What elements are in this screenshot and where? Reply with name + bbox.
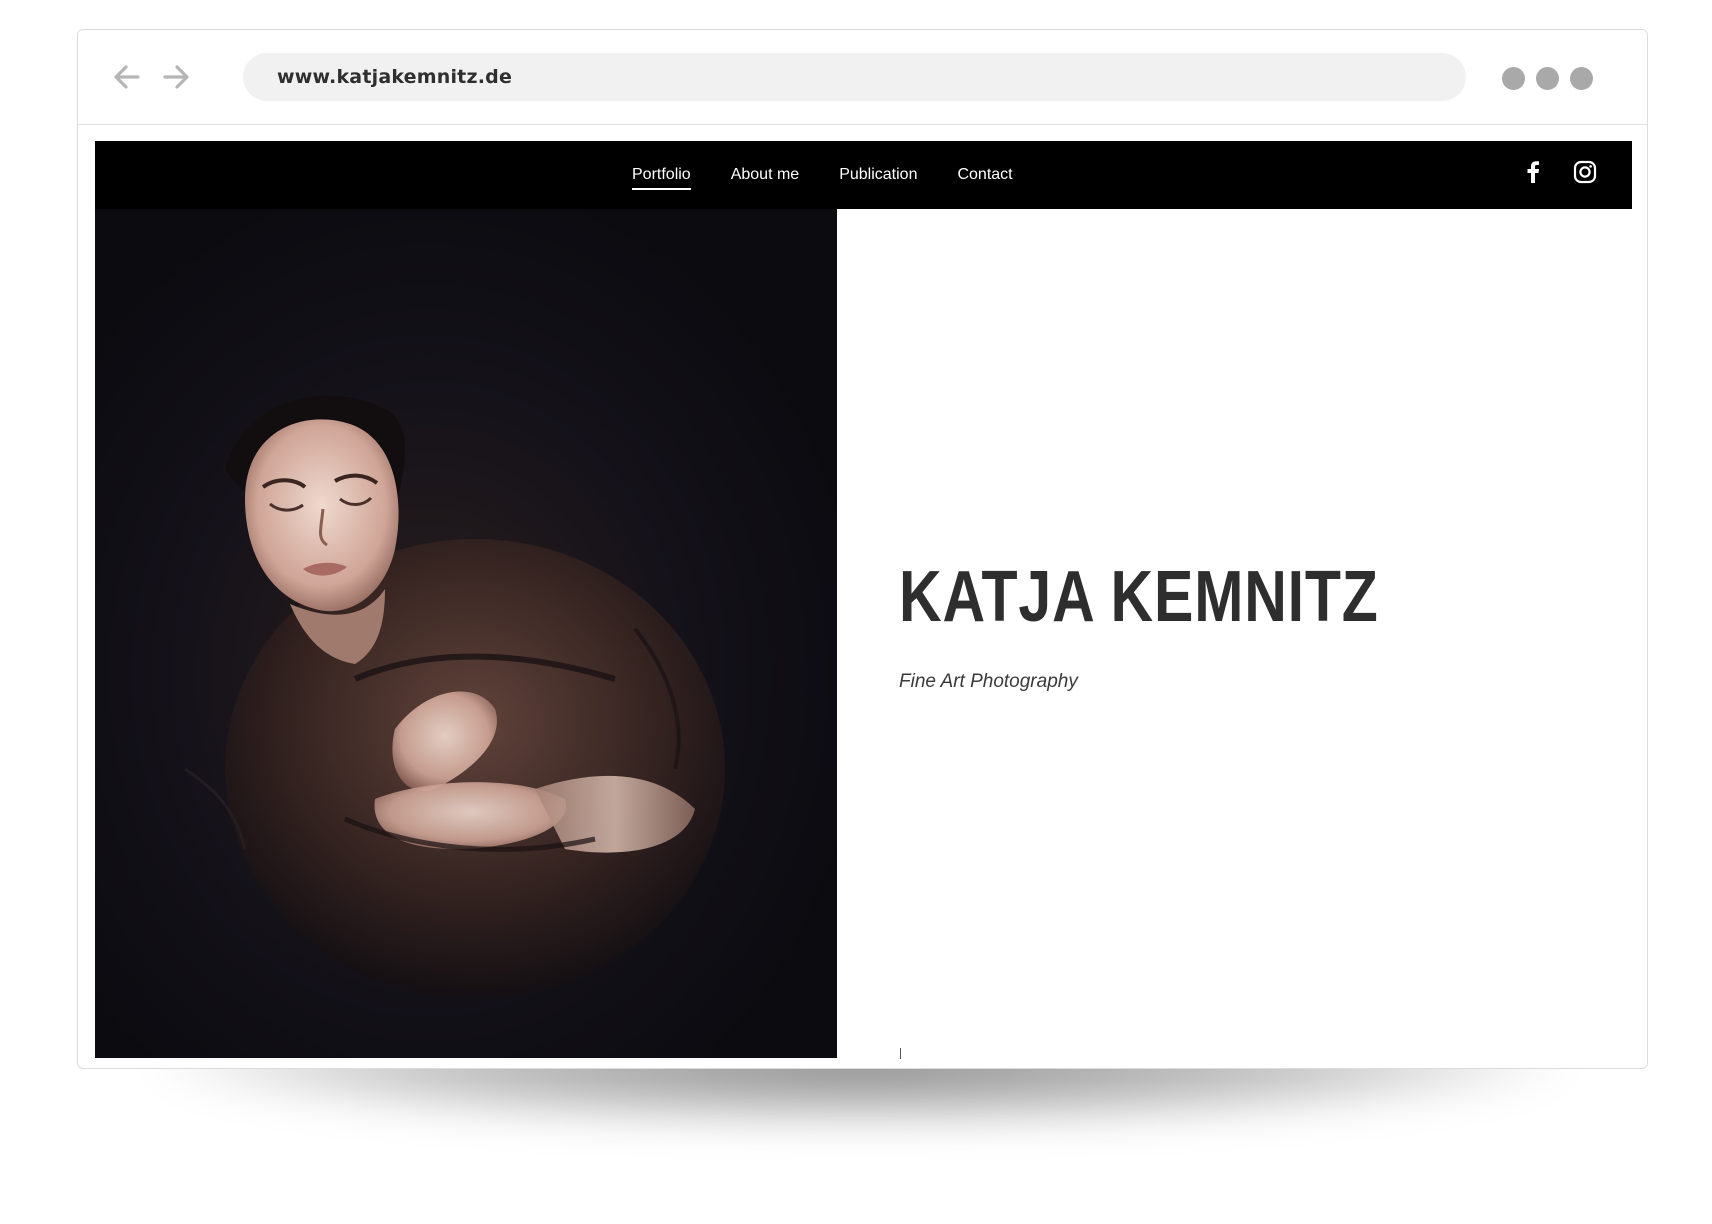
- instagram-icon[interactable]: [1572, 159, 1598, 185]
- hero-photo: [95, 209, 837, 1058]
- scroll-indicator: [900, 1048, 901, 1059]
- address-bar[interactable]: www.katjakemnitz.de: [243, 53, 1466, 101]
- forward-button[interactable]: [160, 62, 192, 92]
- nav-publication[interactable]: Publication: [839, 162, 917, 188]
- stage: www.katjakemnitz.de Portfolio About me P…: [0, 0, 1712, 1224]
- nav-portfolio[interactable]: Portfolio: [632, 162, 691, 190]
- nav-about-me[interactable]: About me: [731, 162, 799, 188]
- site-title: KATJA KEMNITZ: [899, 557, 1379, 637]
- dot: [1502, 67, 1525, 90]
- dot: [1536, 67, 1559, 90]
- facebook-icon[interactable]: [1520, 159, 1546, 185]
- arrow-left-icon: [114, 65, 140, 89]
- three-dots-icon[interactable]: [1502, 67, 1593, 90]
- social-links: [1520, 159, 1598, 185]
- browser-window: www.katjakemnitz.de Portfolio About me P…: [77, 29, 1648, 1069]
- url-text: www.katjakemnitz.de: [277, 66, 513, 88]
- browser-toolbar: www.katjakemnitz.de: [78, 30, 1647, 125]
- hero-text: KATJA KEMNITZ Fine Art Photography: [899, 561, 1484, 693]
- arrow-right-icon: [163, 65, 189, 89]
- nav-contact[interactable]: Contact: [957, 162, 1012, 188]
- main-menu: Portfolio About me Publication Contact: [632, 141, 1013, 209]
- site-navigation: Portfolio About me Publication Contact: [95, 141, 1632, 209]
- web-page: Portfolio About me Publication Contact K…: [95, 141, 1632, 1068]
- site-subtitle: Fine Art Photography: [899, 671, 1078, 692]
- back-button[interactable]: [111, 62, 143, 92]
- dot: [1570, 67, 1593, 90]
